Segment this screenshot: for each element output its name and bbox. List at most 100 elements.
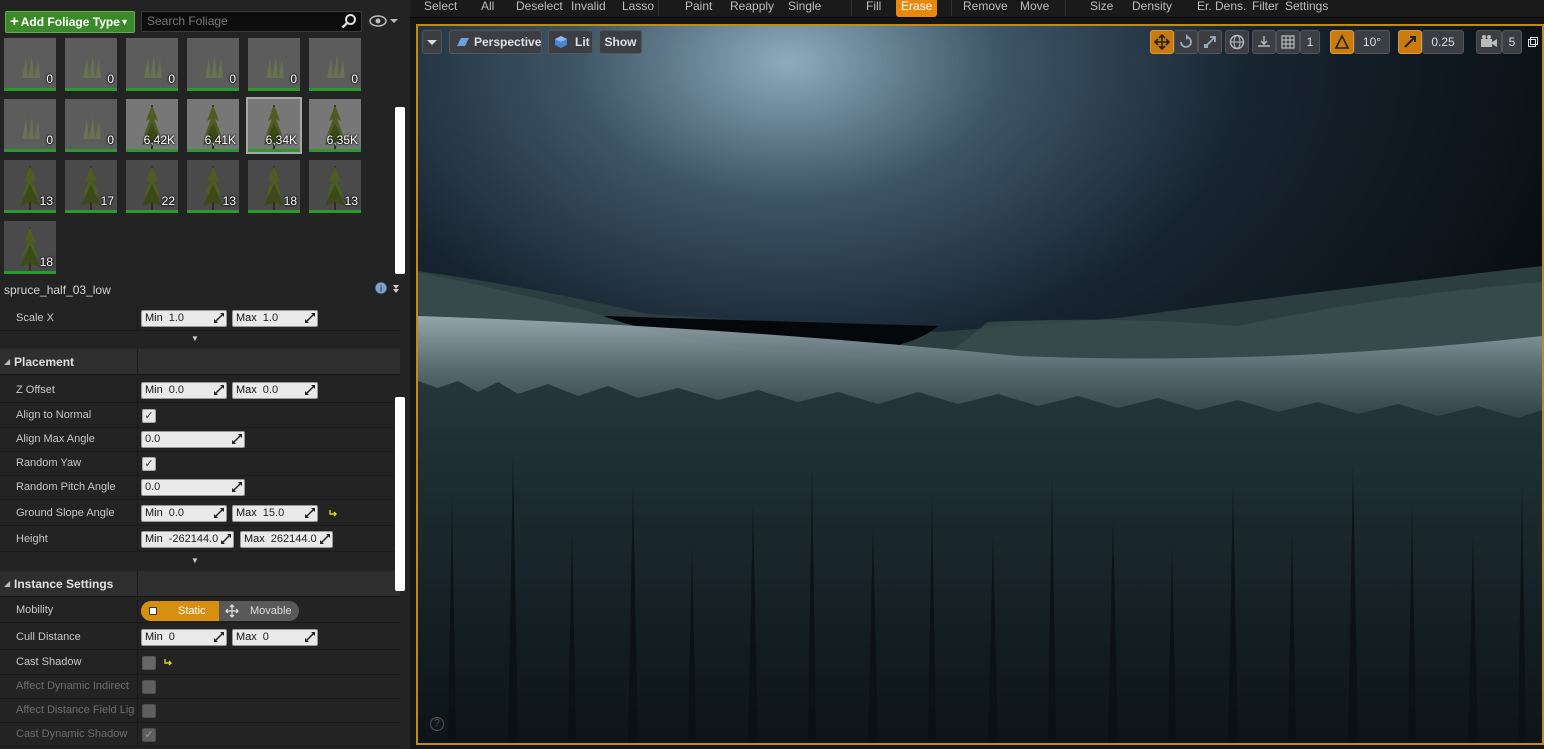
foliage-type-tile[interactable]: 0: [65, 99, 117, 152]
scale-x-max-field[interactable]: Max 1.0: [232, 310, 318, 327]
toolbar-single-button[interactable]: Single: [788, 0, 821, 17]
mobility-static-button[interactable]: Static: [141, 601, 219, 621]
toolbar-remove-button[interactable]: Remove: [963, 0, 1008, 17]
scale-x-min-field[interactable]: Min 1.0: [141, 310, 227, 327]
align-max-angle-field[interactable]: 0.0: [141, 431, 245, 448]
foliage-type-tile[interactable]: 0: [187, 38, 239, 91]
scale-snap-value[interactable]: 0.25: [1422, 30, 1464, 54]
toolbar-erase-button[interactable]: Erase: [896, 0, 938, 17]
foliage-type-tile[interactable]: 13: [309, 160, 361, 213]
toolbar-settings-button[interactable]: Settings: [1285, 0, 1328, 17]
foliage-type-tile[interactable]: 6,42K: [126, 99, 178, 152]
scale-x-min-value: 1.0: [168, 312, 185, 324]
advanced-expander[interactable]: ▼: [0, 333, 400, 349]
grid-snap-button[interactable]: [1276, 30, 1300, 54]
details-scrollbar[interactable]: [395, 397, 405, 591]
column-divider: [137, 404, 138, 428]
world-local-button[interactable]: [1225, 30, 1249, 54]
toolbar-filter-button[interactable]: Filter: [1252, 0, 1279, 17]
foliage-type-tile[interactable]: 18: [248, 160, 300, 213]
scale-mode-button[interactable]: [1198, 30, 1222, 54]
add-foliage-type-button[interactable]: + Add Foliage Type ▼: [5, 11, 135, 33]
cull-distance-max-field[interactable]: Max 0: [232, 629, 318, 646]
column-divider: [137, 476, 138, 500]
cull-distance-min-field[interactable]: Min 0: [141, 629, 227, 646]
toolbar-invalid-button[interactable]: Invalid: [571, 0, 606, 17]
instance-count: 6,41K: [204, 133, 236, 147]
toolbar-paint-button[interactable]: Paint: [685, 0, 712, 17]
foliage-type-tile[interactable]: 0: [4, 99, 56, 152]
toolbar-fill-button[interactable]: Fill: [866, 0, 881, 17]
foliage-type-tile[interactable]: 13: [4, 160, 56, 213]
translate-mode-button[interactable]: [1150, 30, 1174, 54]
foliage-type-tile[interactable]: 6,35K: [309, 99, 361, 152]
reset-to-default-icon[interactable]: [327, 507, 339, 519]
z-offset-max-field[interactable]: Max 0.0: [232, 382, 318, 399]
maximize-viewport-button[interactable]: [1528, 36, 1538, 47]
viewport-options-button[interactable]: [422, 30, 442, 54]
toolbar-select-button[interactable]: Select: [424, 0, 457, 17]
ground-slope-max-field[interactable]: Max 15.0: [232, 505, 318, 522]
camera-speed-value[interactable]: 5: [1502, 30, 1522, 54]
toolbar-deselect-button[interactable]: Deselect: [516, 0, 563, 17]
info-options-icon[interactable]: i: [374, 281, 400, 295]
foliage-type-tile[interactable]: 0: [248, 38, 300, 91]
advanced-expander[interactable]: ▼: [0, 555, 400, 571]
drag-arrows-icon: [320, 534, 330, 544]
grid-size-value[interactable]: 1: [1300, 30, 1320, 54]
search-icon: [341, 14, 356, 29]
foliage-type-tile[interactable]: 13: [187, 160, 239, 213]
cull-distance-min-value: 0: [168, 631, 175, 643]
reset-to-default-icon[interactable]: [162, 656, 174, 668]
surface-snap-button[interactable]: [1252, 30, 1276, 54]
cast-shadow-checkbox[interactable]: [142, 656, 156, 670]
cast-dynamic-shadow-checkbox[interactable]: ✓: [142, 728, 156, 742]
foliage-type-tile[interactable]: 22: [126, 160, 178, 213]
toolbar-lasso-button[interactable]: Lasso: [622, 0, 654, 17]
rotate-mode-button[interactable]: [1174, 30, 1198, 54]
foliage-type-tile[interactable]: 17: [65, 160, 117, 213]
toolbar-all-button[interactable]: All: [481, 0, 494, 17]
foliage-type-tile[interactable]: 0: [126, 38, 178, 91]
random-pitch-angle-value: 0.0: [145, 481, 161, 493]
random-yaw-checkbox[interactable]: ✓: [142, 457, 156, 471]
column-divider: [137, 307, 138, 331]
z-offset-min-field[interactable]: Min 0.0: [141, 382, 227, 399]
foliage-type-tile[interactable]: 6,34K: [246, 97, 302, 154]
eye-icon[interactable]: [369, 13, 399, 29]
height-min-field[interactable]: Min -262144.0: [141, 531, 234, 548]
toolbar-move-button[interactable]: Move: [1020, 0, 1049, 17]
help-icon[interactable]: ?: [430, 717, 444, 731]
camera-speed-button[interactable]: [1476, 30, 1502, 54]
drag-arrows-icon: [214, 385, 224, 395]
align-to-normal-checkbox[interactable]: ✓: [142, 409, 156, 423]
toolbar-density-button[interactable]: Density: [1132, 0, 1172, 17]
foliage-type-tile[interactable]: 0: [65, 38, 117, 91]
foliage-type-tile[interactable]: 18: [4, 221, 56, 274]
mobility-movable-button[interactable]: Movable: [219, 601, 299, 621]
placement-category[interactable]: ◢ Placement: [0, 349, 400, 375]
toolbar-size-button[interactable]: Size: [1090, 0, 1113, 17]
search-foliage-input[interactable]: Search Foliage: [141, 11, 362, 32]
grid-scrollbar[interactable]: [395, 107, 405, 274]
height-max-field[interactable]: Max 262144.0: [240, 531, 333, 548]
instance-settings-category[interactable]: ◢ Instance Settings: [0, 571, 400, 597]
show-button[interactable]: Show: [599, 30, 642, 54]
ground-slope-min-field[interactable]: Min 0.0: [141, 505, 227, 522]
chevron-down-icon: ▼: [120, 17, 129, 27]
rotation-snap-button[interactable]: [1330, 30, 1354, 54]
level-viewport[interactable]: Perspective Lit Show 1 10° 0.25 5 ?: [416, 24, 1544, 745]
toolbar-er-dens-button[interactable]: Er. Dens.: [1197, 0, 1246, 17]
foliage-type-tile[interactable]: 0: [4, 38, 56, 91]
scale-snap-button[interactable]: [1398, 30, 1422, 54]
perspective-button[interactable]: Perspective: [449, 30, 542, 54]
foliage-type-tile[interactable]: 0: [309, 38, 361, 91]
toolbar-reapply-button[interactable]: Reapply: [730, 0, 774, 17]
foliage-type-tile[interactable]: 6,41K: [187, 99, 239, 152]
random-pitch-angle-field[interactable]: 0.0: [141, 479, 245, 496]
rotation-snap-value[interactable]: 10°: [1354, 30, 1390, 54]
lit-button[interactable]: Lit: [548, 30, 593, 54]
mobility-label: Mobility: [16, 604, 54, 616]
affect-distance-field-checkbox[interactable]: [142, 704, 156, 718]
affect-dynamic-indirect-checkbox[interactable]: [142, 680, 156, 694]
